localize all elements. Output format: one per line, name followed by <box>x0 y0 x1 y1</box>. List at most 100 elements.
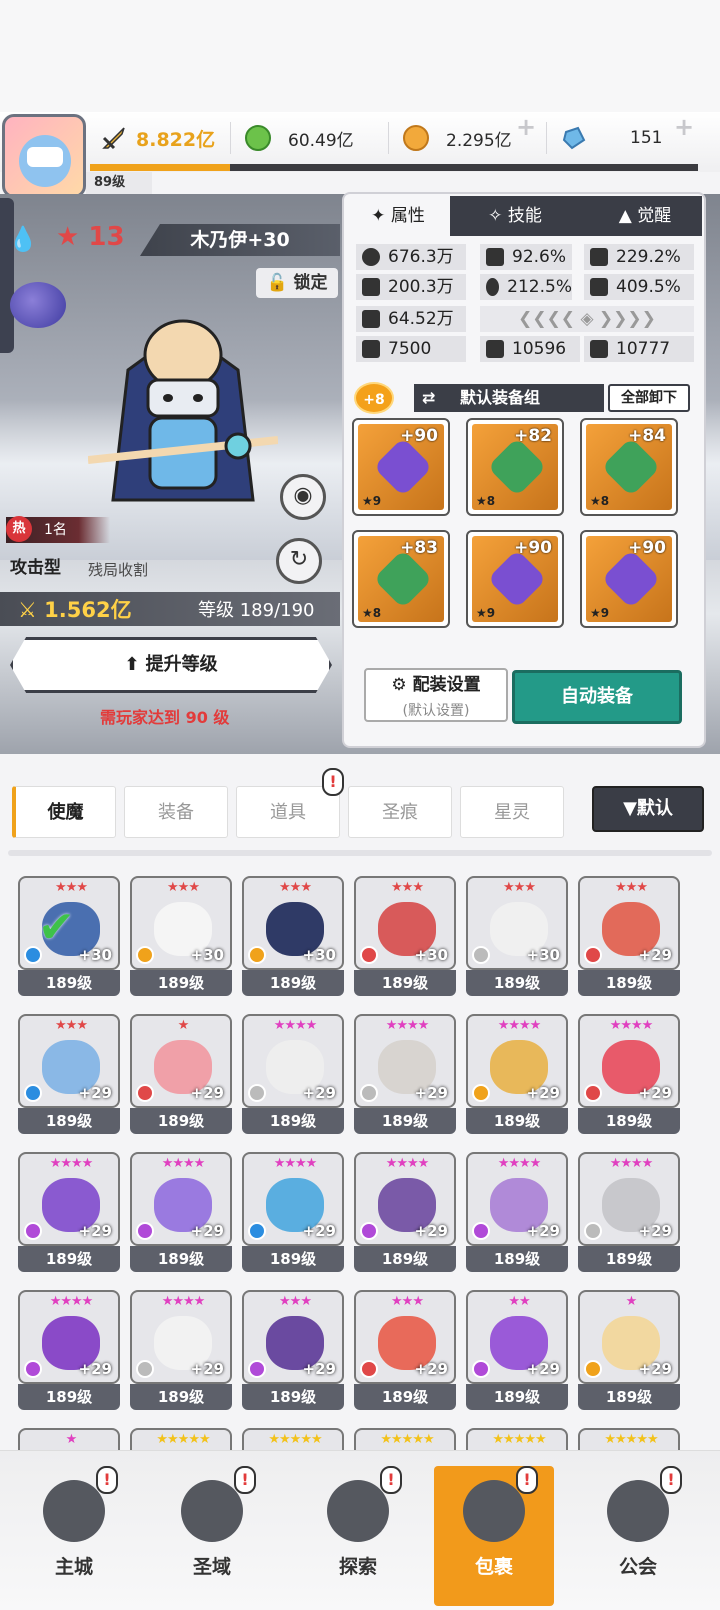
add-crystal-icon[interactable]: + <box>674 115 694 139</box>
tab-items[interactable]: 道具 <box>236 786 340 838</box>
familiar-card[interactable]: ★★★★ +29 189级 <box>130 1290 232 1410</box>
familiar-plus-level: +29 <box>78 1084 112 1102</box>
familiar-plus-level: +29 <box>302 1084 336 1102</box>
heart-icon <box>362 248 380 266</box>
familiar-card[interactable]: ★★★★ +29 189级 <box>354 1152 456 1272</box>
familiar-card[interactable]: ★★★★ +29 189级 <box>578 1152 680 1272</box>
slash-icon <box>486 340 504 358</box>
element-icon <box>472 946 490 964</box>
stat-hit: 212.5% <box>480 274 572 300</box>
rarity-stars: ★★★★★ <box>604 1432 658 1447</box>
familiar-card[interactable]: ★★★ +29 189级 <box>18 1014 120 1134</box>
familiar-card[interactable]: ★★★★ +29 189级 <box>242 1014 344 1134</box>
familiar-portrait: ★★★ +29 <box>18 1014 120 1108</box>
sword-icon <box>362 278 380 296</box>
nav-bag[interactable]: 包裹! <box>434 1466 554 1606</box>
familiar-card[interactable]: ★★ +29 189级 <box>466 1290 568 1410</box>
familiar-portrait: ★★★ +29 <box>242 1290 344 1384</box>
player-level: 89级 <box>86 172 152 194</box>
equipment-level: +82 <box>514 426 552 446</box>
familiar-card[interactable]: ★★★ +29 189级 <box>354 1290 456 1410</box>
tab-stigmata[interactable]: 圣痕 <box>348 786 452 838</box>
familiar-card[interactable]: ★★★ +30 189级 ✔ <box>18 876 120 996</box>
familiar-card[interactable]: ★★★★ +29 189级 <box>466 1152 568 1272</box>
familiar-card[interactable]: ★★★★ +29 189级 <box>18 1290 120 1410</box>
familiar-card[interactable]: ★★★ +29 189级 <box>242 1290 344 1410</box>
familiar-card[interactable]: ★★★ +30 189级 <box>466 876 568 996</box>
tab-skills[interactable]: ✧ 技能 <box>460 196 570 236</box>
equipment-slot[interactable]: +90 ★9 <box>352 418 450 516</box>
familiar-card[interactable]: ★ +29 189级 <box>578 1290 680 1410</box>
familiar-card[interactable]: ★★★★ +29 189级 <box>354 1014 456 1134</box>
side-tab[interactable] <box>0 198 14 353</box>
equipment-slot[interactable]: +84 ★8 <box>580 418 678 516</box>
equipment-slot[interactable]: +90 ★9 <box>466 530 564 628</box>
auto-equip-button[interactable]: 自动装备 <box>512 670 682 724</box>
familiar-card[interactable]: ★★★★ +29 189级 <box>18 1152 120 1272</box>
rotate-button[interactable]: ↻ <box>276 538 322 584</box>
equipment-slot[interactable]: +90 ★9 <box>580 530 678 628</box>
element-icon <box>24 1222 42 1240</box>
skin-button[interactable]: ◉ <box>280 474 326 520</box>
familiar-plus-level: +29 <box>526 1360 560 1378</box>
familiar-plus-level: +29 <box>414 1222 448 1240</box>
rarity-stars: ★ <box>177 1018 190 1033</box>
sort-button[interactable]: ▼默认 <box>592 786 704 832</box>
gold-resource[interactable]: 2.295亿 <box>402 120 512 156</box>
tab-attributes[interactable]: ✦ 属性 <box>346 196 450 236</box>
familiar-card[interactable]: ★★★★ +29 189级 <box>466 1014 568 1134</box>
equip-plus-badge[interactable]: +8 <box>354 382 394 414</box>
element-icon <box>360 946 378 964</box>
familiar-card[interactable]: ★★★★ +29 189级 <box>130 1152 232 1272</box>
blue-crystal-icon <box>562 126 586 150</box>
divider <box>388 122 389 154</box>
familiar-card[interactable]: ★★★★ +29 189级 <box>242 1152 344 1272</box>
familiar-card[interactable]: ★ +29 189级 <box>130 1014 232 1134</box>
familiar-level: 189级 <box>242 1246 344 1272</box>
tab-familiar[interactable]: 使魔 <box>12 786 116 838</box>
wizard-hat-icon[interactable] <box>10 282 66 328</box>
green-orb-icon <box>245 125 271 151</box>
nav-sword[interactable]: 探索! <box>298 1466 418 1606</box>
familiar-card[interactable]: ★★★★ +29 189级 <box>578 1014 680 1134</box>
green-orb-resource[interactable]: 60.49亿 <box>244 120 354 156</box>
crystal-resource[interactable]: 151 <box>560 120 662 156</box>
power-value: 8.822亿 <box>136 128 216 151</box>
familiar-portrait: ★ +29 <box>578 1290 680 1384</box>
nav-castle[interactable]: 主城! <box>14 1466 134 1606</box>
familiar-card[interactable]: ★★★ +30 189级 <box>354 876 456 996</box>
familiar-card[interactable]: ★★★ +29 189级 <box>578 876 680 996</box>
familiar-plus-level: +29 <box>638 946 672 964</box>
divider <box>546 122 547 154</box>
alert-icon: ! <box>380 1466 402 1494</box>
familiar-portrait: ★★★ +30 <box>130 876 232 970</box>
familiar-card[interactable]: ★★★ +30 189级 <box>130 876 232 996</box>
rotate-icon: ↻ <box>289 547 309 572</box>
element-icon <box>472 1084 490 1102</box>
tab-star-spirit[interactable]: 星灵 <box>460 786 564 838</box>
equipment-slot[interactable]: +83 ★8 <box>352 530 450 628</box>
element-icon <box>360 1360 378 1378</box>
tab-awaken[interactable]: ▲ 觉醒 <box>590 196 700 236</box>
player-avatar[interactable] <box>2 114 86 198</box>
stat-locked[interactable]: ❮❮❮❮ ◈ ❯❯❯❯ <box>480 306 694 332</box>
familiar-card[interactable]: ★★★ +30 189级 <box>242 876 344 996</box>
rarity-stars: ★★★★ <box>497 1018 542 1033</box>
tab-attributes-label: 属性 <box>390 206 425 226</box>
nav-vortex[interactable]: 圣域! <box>152 1466 272 1606</box>
stat-crit-dmg-value: 229.2% <box>616 247 681 267</box>
familiar-level: 189级 <box>18 1108 120 1134</box>
equipment-slot[interactable]: +82 ★8 <box>466 418 564 516</box>
tab-equipment[interactable]: 装备 <box>124 786 228 838</box>
lock-button[interactable]: 🔓 锁定 <box>256 268 338 298</box>
upgrade-level-button[interactable]: ⬆ 提升等级 <box>10 637 332 693</box>
add-gold-icon[interactable]: + <box>516 115 536 139</box>
nav-guild[interactable]: 公会! <box>578 1466 698 1606</box>
equip-group[interactable]: ⇄ 默认装备组 <box>414 384 604 412</box>
familiar-level: 189级 <box>466 1384 568 1410</box>
rarity-stars: ★★★★★ <box>380 1432 434 1447</box>
rarity-stars: ★★★★ <box>161 1294 206 1309</box>
equipment-level: +83 <box>400 538 438 558</box>
unequip-all-button[interactable]: 全部卸下 <box>608 384 690 412</box>
rarity-stars: ★★★★★ <box>156 1432 210 1447</box>
